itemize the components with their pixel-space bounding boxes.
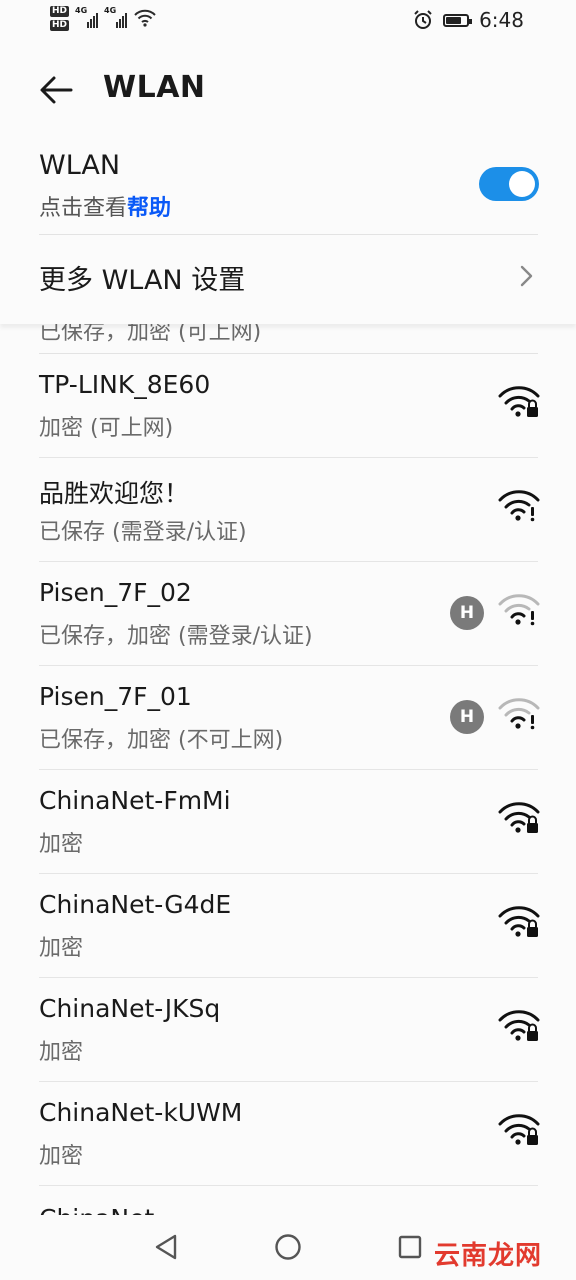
signal-4g-icon: 4G — [75, 6, 99, 28]
help-link[interactable]: 帮助 — [127, 196, 171, 221]
hd-badge: HD — [50, 6, 70, 17]
network-name: ChinaNet-kUWM — [39, 1098, 243, 1127]
network-name: Pisen_7F_01 — [39, 682, 192, 711]
network-name: TP-LINK_8E60 — [39, 370, 211, 399]
list-item[interactable]: Pisen_7F_01 已保存，加密 (不可上网) H — [0, 666, 576, 770]
list-item[interactable]: ChinaNet-G4dE 加密 — [0, 874, 576, 978]
alarm-icon — [414, 10, 432, 29]
wifi-icon — [134, 9, 156, 27]
hd-icon: HD HD — [50, 6, 70, 31]
network-name: ChinaNet-JKSq — [39, 994, 221, 1023]
network-name: 品胜欢迎您！ — [39, 479, 190, 508]
list-item[interactable]: ChinaNet-kUWM 加密 — [0, 1082, 576, 1186]
network-status: 加密 — [39, 832, 84, 857]
wlan-help-hint: 点击查看帮助 — [39, 190, 171, 222]
wifi-lock-icon — [498, 906, 540, 937]
network-status: 加密 (可上网) — [39, 416, 174, 441]
status-right: 6:48 — [413, 8, 524, 32]
list-item[interactable]: 品胜欢迎您！ 已保存 (需登录/认证) — [0, 458, 576, 562]
clock: 6:48 — [479, 8, 524, 32]
signal-label: 4G — [104, 6, 117, 15]
battery-icon — [443, 13, 473, 27]
nav-recents-button[interactable] — [392, 1229, 428, 1265]
recents-square-icon — [398, 1235, 422, 1259]
list-item[interactable]: TP-LINK_8E60 加密 (可上网) — [0, 354, 576, 458]
network-list: 已保存，加密 (可上网) TP-LINK_8E60 加密 (可上网) 品胜欢迎您！已… — [0, 300, 576, 1215]
network-status: 加密 — [39, 1040, 84, 1065]
hilink-badge-icon: H — [450, 700, 484, 734]
list-item[interactable]: ChinaNet-FmMi 加密 — [0, 770, 576, 874]
page-title: WLAN — [103, 70, 206, 105]
network-status: 加密 — [39, 936, 84, 961]
home-circle-icon — [275, 1234, 301, 1260]
watermark-logo: 云南龙网 — [433, 1241, 542, 1271]
status-left: HD HD 4G 4G — [50, 6, 157, 31]
hd-badge: HD — [50, 20, 70, 31]
signal-label: 4G — [75, 6, 88, 15]
nav-home-button[interactable] — [270, 1229, 306, 1265]
network-name: ChinaNet-G4dE — [39, 890, 232, 919]
network-name: ChinaNet-FmMi — [39, 786, 231, 815]
network-status: 已保存，加密 (不可上网) — [39, 728, 284, 753]
wifi-lock-icon — [498, 1114, 540, 1145]
navigation-bar: 云南龙网 — [0, 1215, 576, 1280]
wlan-toggle-switch[interactable] — [479, 167, 539, 201]
toggle-knob — [509, 171, 535, 197]
wifi-exclamation-weak-icon — [498, 698, 540, 730]
hilink-badge-icon: H — [450, 596, 484, 630]
wifi-lock-icon — [498, 386, 540, 417]
wifi-exclamation-weak-icon — [498, 594, 540, 626]
network-name: Pisen_7F_02 — [39, 578, 192, 607]
arrow-left-icon — [40, 76, 73, 104]
list-item[interactable]: ChinaNet-JKSq 加密 — [0, 978, 576, 1082]
wlan-toggle-label: WLAN — [39, 150, 121, 181]
app-bar: WLAN — [0, 44, 576, 134]
signal-4g-icon: 4G — [104, 6, 128, 28]
nav-back-button[interactable] — [148, 1229, 184, 1265]
network-name: ChinaNet- — [39, 1204, 163, 1215]
wlan-settings-card: WLAN 点击查看帮助 更多 WLAN 设置 — [0, 134, 576, 324]
wifi-lock-icon — [498, 802, 540, 833]
chevron-right-icon[interactable] — [516, 262, 538, 290]
network-status: 加密 — [39, 1144, 84, 1169]
help-hint-text: 点击查看 — [39, 196, 128, 221]
status-bar: HD HD 4G 4G 6:48 — [0, 0, 576, 44]
divider — [39, 234, 538, 235]
list-item[interactable]: Pisen_7F_02 已保存，加密 (需登录/认证) H — [0, 562, 576, 666]
network-status: 已保存 (需登录/认证) — [39, 520, 247, 545]
wifi-lock-icon — [498, 1010, 540, 1041]
more-wlan-settings[interactable]: 更多 WLAN 设置 — [39, 258, 245, 297]
list-item[interactable]: ChinaNet- — [0, 1186, 576, 1215]
back-button[interactable] — [34, 68, 78, 112]
back-triangle-icon — [155, 1234, 177, 1260]
network-status: 已保存，加密 (需登录/认证) — [39, 624, 313, 649]
wifi-exclamation-icon — [498, 490, 540, 522]
